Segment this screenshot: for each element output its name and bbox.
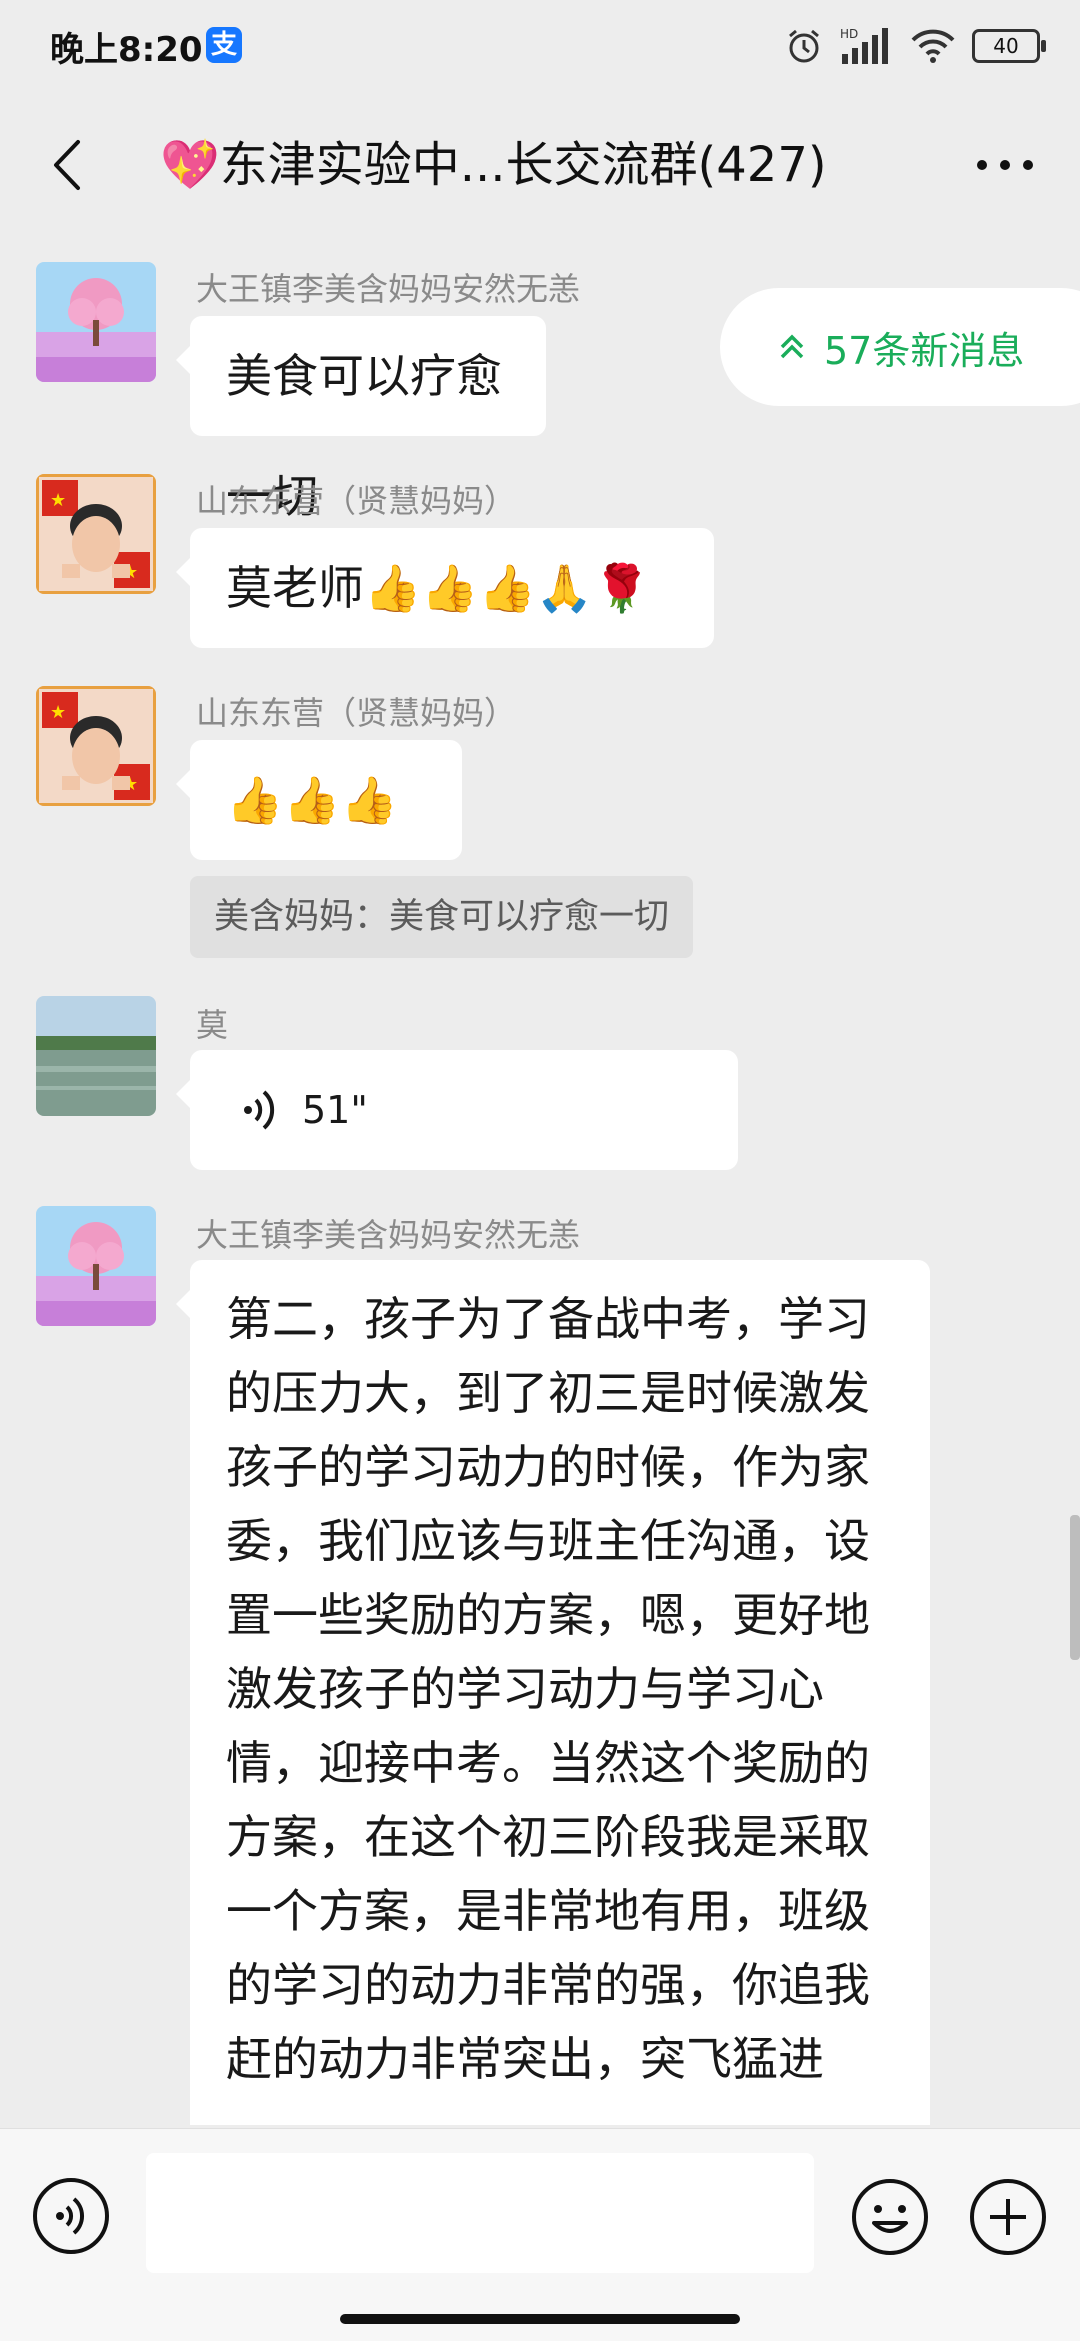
child-flag-avatar[interactable]: ★ ★ [36,686,156,806]
double-chevron-up-icon [780,334,804,359]
status-time: 晚上8:20 [50,30,203,70]
scrollbar[interactable] [1070,1515,1080,1660]
message-text: 👍👍👍 [226,773,398,827]
message-bubble[interactable]: 莫老师👍👍👍🙏🌹 [176,528,714,648]
plus-icon[interactable] [968,2177,1048,2257]
message-bubble[interactable]: 第二，孩子为了备战中考，学习的压力大，到了初三是时候激发孩子的学习动力的时候，作… [176,1260,930,2125]
emoji-icon[interactable] [850,2177,930,2257]
signal-icon: HD [840,27,888,64]
more-dots-icon[interactable] [970,132,1040,198]
svg-text:★: ★ [50,490,66,511]
voice-wave-icon [244,1090,275,1130]
alipay-badge-icon: 支 [206,27,242,63]
status-bar: 晚上8:20 支 HD 40 [0,0,1080,90]
lake-avatar[interactable] [36,996,156,1116]
sender-name: 山东东营（贤慧妈妈） [196,482,517,520]
chat-title: 💖东津实验中...长交流群(427) [160,137,827,193]
pink-tree-avatar[interactable] [36,1206,156,1326]
sender-name: 大王镇李美含妈妈安然无恙 [196,1216,581,1254]
back-arrow-icon[interactable] [40,132,100,198]
message-bubble[interactable]: 美食可以疗愈一切 [176,316,546,523]
message-text: 莫老师👍👍👍🙏🌹 [226,561,651,615]
sender-name: 山东东营（贤慧妈妈） [196,694,517,732]
input-bar [0,2128,1080,2341]
battery-icon: 40 [972,29,1046,63]
sender-name: 大王镇李美含妈妈安然无恙 [196,270,581,308]
chat-header: 💖东津实验中...长交流群(427) [0,90,1080,240]
new-messages-button[interactable]: 57条新消息 [720,288,1080,406]
message-text: 第二，孩子为了备战中考，学习的压力大，到了初三是时候激发孩子的学习动力的时候，作… [226,1292,870,2086]
svg-text:★: ★ [50,702,66,723]
quoted-reply[interactable]: 美含妈妈：美食可以疗愈一切 [190,876,694,958]
home-indicator[interactable] [340,2314,740,2324]
hd-label: HD [840,27,858,41]
message-bubble[interactable]: 👍👍👍 [176,740,462,860]
voice-duration: 51" [302,1088,368,1132]
sender-name: 莫 [196,1006,229,1044]
voice-message-bubble[interactable]: 51" [176,1050,738,1170]
message-list[interactable]: 大王镇李美含妈妈安然无恙 美食可以疗愈一切 ★ ★ 山东东营（贤慧妈妈） 莫老师… [0,240,1080,2125]
child-flag-avatar[interactable]: ★ ★ [36,474,156,594]
wifi-icon [911,29,955,63]
status-icons: HD 40 [784,24,1046,68]
pink-tree-avatar[interactable] [36,262,156,382]
alarm-icon [789,29,819,63]
new-messages-label: 57条新消息 [824,328,1025,373]
message-input[interactable] [146,2153,814,2273]
voice-input-icon[interactable] [32,2177,110,2255]
